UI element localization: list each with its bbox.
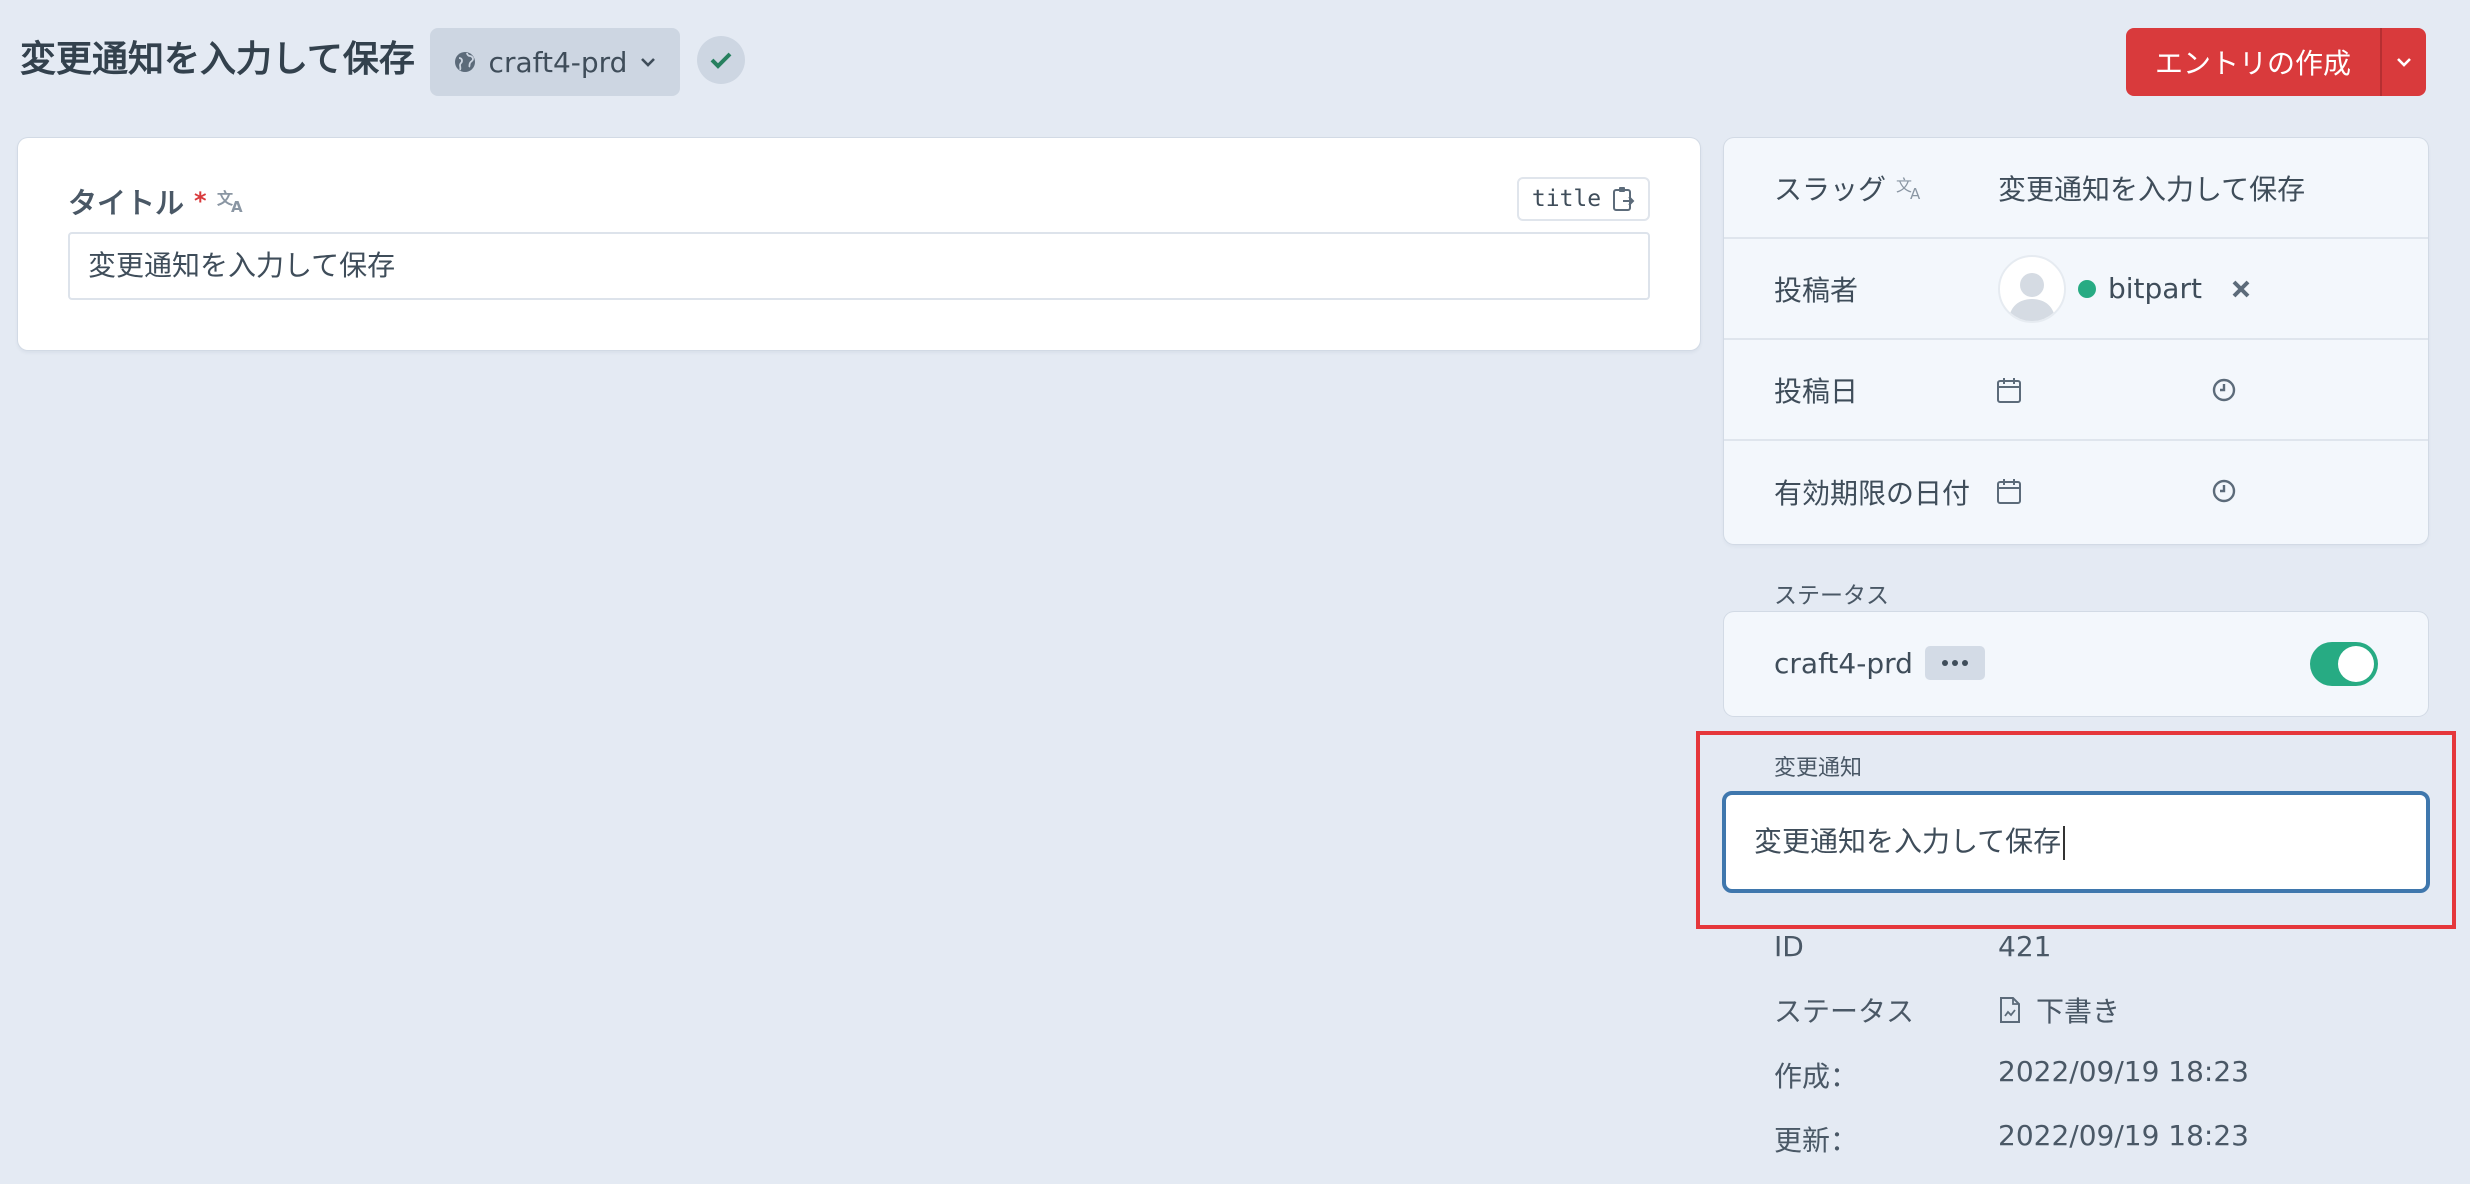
text-caret (2063, 826, 2066, 860)
svg-text:A: A (231, 198, 243, 214)
updated-value: 2022/09/19 18:23 (1998, 1119, 2249, 1152)
draft-icon (2000, 997, 2020, 1023)
title-input[interactable]: 変更通知を入力して保存 (68, 232, 1650, 300)
id-value: 421 (1998, 930, 2052, 963)
globe-icon (454, 52, 475, 72)
site-options-button[interactable] (1924, 646, 1985, 680)
page-title: 変更通知を入力して保存 (20, 39, 415, 80)
chevron-down-icon (641, 58, 656, 67)
post-date-row: 投稿日 (1724, 340, 2428, 441)
expiry-date-row: 有効期限の日付 (1724, 441, 2428, 542)
avatar (1998, 254, 2066, 323)
create-entry-button[interactable]: エントリの作成 (2126, 28, 2380, 96)
clock-icon[interactable] (2211, 377, 2237, 403)
author-label: 投稿者 (1774, 273, 1859, 307)
user-placeholder-icon (2009, 272, 2055, 321)
created-label: 作成： (1774, 1060, 1859, 1093)
translate-icon: 文A (1896, 176, 1921, 201)
slug-label-text: スラッグ (1774, 172, 1887, 206)
site-name: craft4-prd (1774, 646, 1913, 680)
change-notice-value: 変更通知を入力して保存 (1754, 825, 2062, 858)
field-handle-text: title (1531, 186, 1602, 212)
author-value: bitpart (1998, 239, 2252, 338)
remove-icon[interactable] (2230, 278, 2252, 300)
chevron-down-icon (2397, 58, 2411, 67)
author-row: 投稿者 bitpart (1724, 239, 2428, 340)
check-button[interactable] (697, 36, 745, 84)
change-notice-heading: 変更通知 (1774, 756, 1863, 781)
field-handle-copy-button[interactable]: title (1517, 177, 1650, 221)
title-label-text: タイトル (68, 186, 185, 220)
clock-icon[interactable] (2211, 478, 2237, 504)
create-entry-menu-button[interactable] (2380, 28, 2426, 96)
toggle-knob (2338, 646, 2374, 682)
site-status-row: craft4-prd (1774, 646, 1985, 680)
entry-status-label: ステータス (1774, 995, 1915, 1028)
check-icon (710, 52, 732, 69)
required-mark: * (194, 187, 207, 215)
author-name[interactable]: bitpart (2108, 272, 2202, 305)
post-date-label: 投稿日 (1774, 374, 1859, 408)
clipboard-icon (1613, 187, 1635, 211)
site-selector-label: craft4-prd (488, 45, 628, 79)
expiry-date-label: 有効期限の日付 (1774, 476, 1971, 510)
ellipsis-icon (1941, 660, 1948, 666)
svg-text:A: A (1910, 185, 1921, 201)
slug-row: スラッグ 文A 変更通知を入力して保存 (1724, 138, 2428, 239)
entry-status-value: 下書き (1998, 990, 2120, 1030)
title-field-label: タイトル * 文A (68, 180, 245, 222)
change-notice-input[interactable]: 変更通知を入力して保存 (1722, 791, 2430, 893)
entry-meta-card: スラッグ 文A 変更通知を入力して保存 投稿者 bitpart 投稿日 有効期限… (1724, 138, 2428, 544)
translate-icon: 文A (217, 189, 243, 214)
site-enabled-toggle[interactable] (2310, 642, 2378, 686)
entry-status-text: 下書き (2036, 995, 2121, 1028)
author-status-dot (2078, 279, 2096, 298)
site-selector-button[interactable]: craft4-prd (430, 28, 680, 96)
calendar-icon[interactable] (1996, 477, 2022, 505)
updated-label: 更新： (1774, 1124, 1859, 1157)
created-value: 2022/09/19 18:23 (1998, 1055, 2249, 1088)
id-label: ID (1774, 930, 1804, 963)
calendar-icon[interactable] (1996, 376, 2022, 404)
slug-label: スラッグ 文A (1774, 138, 1924, 237)
status-section-heading: ステータス (1774, 583, 1889, 609)
slug-input[interactable]: 変更通知を入力して保存 (1998, 138, 2305, 237)
